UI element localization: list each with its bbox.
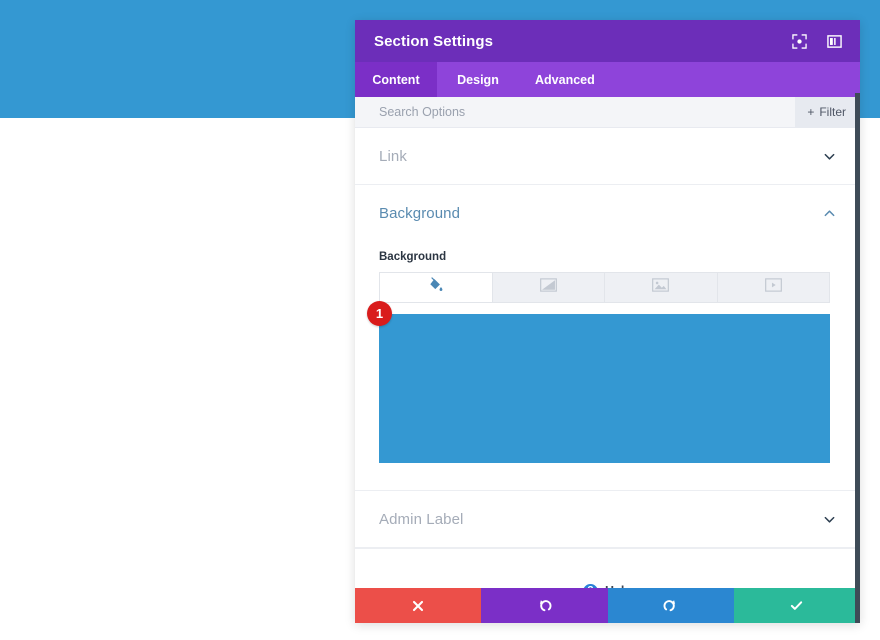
tab-advanced[interactable]: Advanced bbox=[519, 62, 611, 97]
background-video-icon bbox=[764, 278, 782, 297]
screen: Section Settings Content Design Advanced… bbox=[0, 0, 880, 640]
background-color-icon bbox=[428, 277, 444, 298]
background-type-tabs bbox=[379, 272, 830, 303]
close-icon bbox=[413, 600, 424, 611]
modal-title: Section Settings bbox=[374, 32, 494, 50]
chevron-down-icon bbox=[823, 150, 836, 163]
background-color-preview-wrap: 1 bbox=[367, 301, 836, 463]
accordion-admin-label[interactable]: Admin Label bbox=[355, 491, 860, 548]
redo-icon bbox=[663, 600, 676, 612]
modal-tabs: Content Design Advanced bbox=[355, 62, 860, 97]
background-field-label: Background bbox=[379, 251, 447, 263]
modal-body: Link Background Background 1 Admin Label bbox=[355, 128, 860, 588]
modal-footer bbox=[355, 588, 860, 623]
modal-header-actions bbox=[791, 33, 842, 49]
reset-button[interactable] bbox=[481, 588, 608, 623]
search-bar: + Filter bbox=[355, 96, 860, 128]
accordion-background-title: Background bbox=[379, 205, 461, 222]
help-label: Help bbox=[605, 584, 632, 588]
background-gradient-icon bbox=[539, 278, 557, 297]
chevron-down-icon bbox=[823, 513, 836, 526]
background-group-body: Background 1 bbox=[355, 242, 860, 463]
filter-button[interactable]: + Filter bbox=[795, 96, 860, 128]
check-icon bbox=[791, 601, 803, 610]
accordion-background[interactable]: Background bbox=[355, 185, 860, 242]
background-type-color[interactable] bbox=[380, 273, 493, 302]
background-type-video[interactable] bbox=[718, 273, 830, 302]
modal-header: Section Settings bbox=[355, 20, 860, 62]
layout-toggle-icon[interactable] bbox=[826, 33, 842, 49]
expand-icon[interactable] bbox=[791, 33, 807, 49]
modal-scrollbar[interactable] bbox=[855, 93, 860, 623]
undo-icon bbox=[539, 600, 552, 612]
tab-design[interactable]: Design bbox=[437, 62, 519, 97]
section-settings-modal: Section Settings Content Design Advanced… bbox=[355, 20, 860, 623]
redo-button[interactable] bbox=[607, 588, 734, 623]
plus-icon: + bbox=[807, 105, 815, 119]
background-color-swatch[interactable] bbox=[379, 314, 830, 463]
step-badge-1: 1 bbox=[367, 301, 392, 326]
save-button[interactable] bbox=[733, 588, 860, 623]
cancel-button[interactable] bbox=[355, 588, 482, 623]
help-icon: ? bbox=[582, 583, 598, 588]
help-row[interactable]: ? Help bbox=[355, 548, 860, 588]
filter-button-label: Filter bbox=[819, 105, 846, 119]
tab-content[interactable]: Content bbox=[355, 62, 437, 97]
chevron-up-icon bbox=[823, 207, 836, 220]
background-image-icon bbox=[652, 278, 670, 297]
background-type-image[interactable] bbox=[605, 273, 718, 302]
accordion-link[interactable]: Link bbox=[355, 128, 860, 185]
accordion-admin-label-title: Admin Label bbox=[379, 510, 464, 528]
search-input[interactable] bbox=[355, 105, 796, 119]
background-type-gradient[interactable] bbox=[493, 273, 605, 302]
accordion-link-title: Link bbox=[379, 147, 407, 165]
